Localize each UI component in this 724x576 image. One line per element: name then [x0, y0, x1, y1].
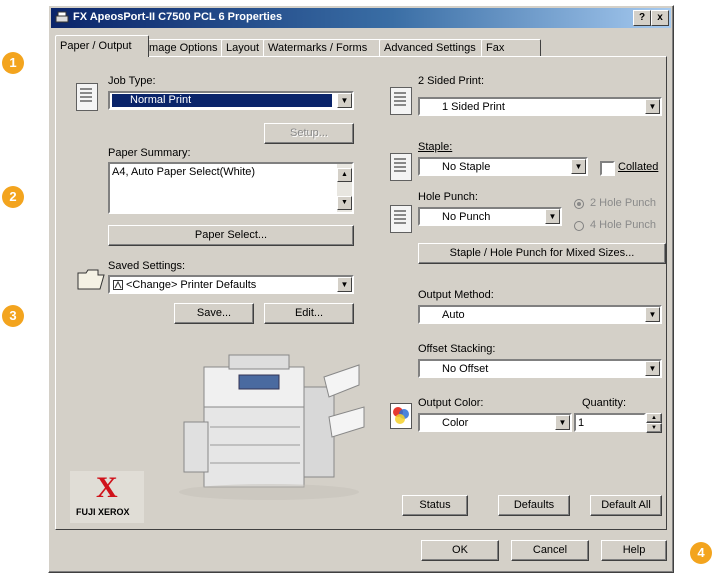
paper-select-button[interactable]: Paper Select...	[108, 225, 354, 246]
output-color-value: Color	[442, 417, 469, 429]
output-color-label: Output Color:	[418, 397, 484, 409]
xerox-x-mark: X	[96, 471, 118, 504]
paper-summary-label: Paper Summary:	[108, 147, 191, 159]
two-sided-select[interactable]: 1 Sided Print ▼	[418, 97, 662, 116]
chevron-down-icon[interactable]: ▼	[337, 93, 352, 108]
two-hole-label: 2 Hole Punch	[590, 197, 657, 209]
collated-label: Collated	[618, 161, 659, 173]
ok-button[interactable]: OK	[421, 540, 499, 561]
staple-value: No Staple	[442, 161, 491, 173]
spin-up-icon[interactable]: ▲	[646, 413, 662, 423]
two-sided-value: 1 Sided Print	[442, 101, 505, 113]
status-button[interactable]: Status	[402, 495, 468, 516]
output-method-select[interactable]: Auto ▼	[418, 305, 662, 324]
close-title-button[interactable]: x	[651, 10, 669, 26]
chevron-down-icon[interactable]: ▼	[645, 307, 660, 322]
window-title: FX ApeosPort-II C7500 PCL 6 Properties	[73, 11, 283, 23]
tab-fax[interactable]: Fax	[481, 39, 541, 57]
two-hole-radio[interactable]	[574, 199, 584, 209]
printer-illustration	[179, 354, 365, 500]
two-sided-label: 2 Sided Print:	[418, 75, 485, 87]
help-button[interactable]: Help	[601, 540, 667, 561]
mixed-sizes-button[interactable]: Staple / Hole Punch for Mixed Sizes...	[418, 243, 666, 264]
callout-badge-3: 3	[2, 305, 24, 327]
job-type-label: Job Type:	[108, 75, 156, 87]
paper-summary-box: A4, Auto Paper Select(White) ▲ ▼	[108, 162, 354, 214]
staple-select[interactable]: No Staple ▼	[418, 157, 588, 176]
four-hole-radio[interactable]	[574, 221, 584, 231]
help-title-button[interactable]: ?	[633, 10, 651, 26]
folder-icon	[77, 269, 105, 290]
saved-settings-select[interactable]: <Change> Printer Defaults ▼	[108, 275, 354, 294]
tab-paper-output[interactable]: Paper / Output	[55, 35, 149, 57]
tab-watermarks-forms[interactable]: Watermarks / Forms	[263, 39, 387, 57]
setup-button[interactable]: Setup...	[264, 123, 354, 144]
saved-settings-value: <Change> Printer Defaults	[126, 279, 257, 291]
output-method-label: Output Method:	[418, 289, 494, 301]
callout-badge-2: 2	[2, 186, 24, 208]
staple-icon	[390, 153, 412, 181]
printer-properties-dialog: FX ApeosPort-II C7500 PCL 6 Properties ?…	[48, 5, 674, 573]
callout-badge-4: 4	[690, 542, 712, 564]
defaults-button[interactable]: Defaults	[498, 495, 570, 516]
chevron-down-icon[interactable]: ▼	[555, 415, 570, 430]
hole-punch-label: Hole Punch:	[418, 191, 478, 203]
tab-advanced-settings[interactable]: Advanced Settings	[379, 39, 489, 57]
fuji-xerox-logo: X FUJI XEROX	[70, 471, 144, 523]
hole-punch-value: No Punch	[442, 211, 491, 223]
tab-image-options[interactable]: Image Options	[141, 39, 229, 57]
job-type-value: Normal Print	[112, 94, 332, 107]
offset-stacking-select[interactable]: No Offset ▼	[418, 359, 662, 378]
callout-badge-1: 1	[2, 52, 24, 74]
hole-punch-icon	[390, 205, 412, 233]
four-hole-label: 4 Hole Punch	[590, 219, 657, 231]
cancel-button[interactable]: Cancel	[511, 540, 589, 561]
chevron-down-icon[interactable]: ▼	[545, 209, 560, 224]
printer-icon	[55, 11, 69, 23]
output-method-value: Auto	[442, 309, 465, 321]
paper-output-panel: Job Type: Normal Print ▼ Setup... Paper …	[55, 56, 667, 530]
chevron-down-icon[interactable]: ▼	[645, 99, 660, 114]
default-all-button[interactable]: Default All	[590, 495, 662, 516]
staple-label: Staple:	[418, 141, 453, 153]
paper-summary-scrollbar[interactable]: ▲ ▼	[337, 164, 352, 212]
chevron-down-icon[interactable]: ▼	[571, 159, 586, 174]
title-bar: FX ApeosPort-II C7500 PCL 6 Properties ?…	[51, 8, 671, 28]
color-palette-icon	[390, 403, 412, 429]
quantity-label: Quantity:	[582, 397, 627, 409]
quantity-spinner[interactable]: ▲ ▼	[646, 413, 662, 433]
job-type-select[interactable]: Normal Print ▼	[108, 91, 354, 110]
collated-checkbox[interactable]	[600, 161, 615, 176]
chevron-down-icon[interactable]: ▼	[337, 277, 352, 292]
hole-punch-select[interactable]: No Punch ▼	[418, 207, 562, 226]
brand-name: FUJI XEROX	[76, 507, 130, 517]
spin-down-icon[interactable]: ▼	[646, 423, 662, 433]
edit-button[interactable]: Edit...	[264, 303, 354, 324]
output-color-select[interactable]: Color ▼	[418, 413, 572, 432]
offset-stacking-label: Offset Stacking:	[418, 343, 496, 355]
chevron-down-icon[interactable]: ▼	[645, 361, 660, 376]
saved-settings-label: Saved Settings:	[108, 260, 186, 272]
preset-icon	[113, 280, 123, 290]
offset-stacking-value: No Offset	[442, 363, 489, 375]
scroll-down-icon[interactable]: ▼	[337, 196, 352, 210]
scroll-up-icon[interactable]: ▲	[337, 168, 352, 182]
two-sided-icon	[390, 87, 412, 115]
quantity-value: 1	[578, 417, 585, 429]
paper-summary-value: A4, Auto Paper Select(White)	[112, 166, 256, 178]
quantity-input[interactable]: 1	[574, 413, 646, 432]
job-type-icon	[76, 83, 98, 111]
save-button[interactable]: Save...	[174, 303, 254, 324]
